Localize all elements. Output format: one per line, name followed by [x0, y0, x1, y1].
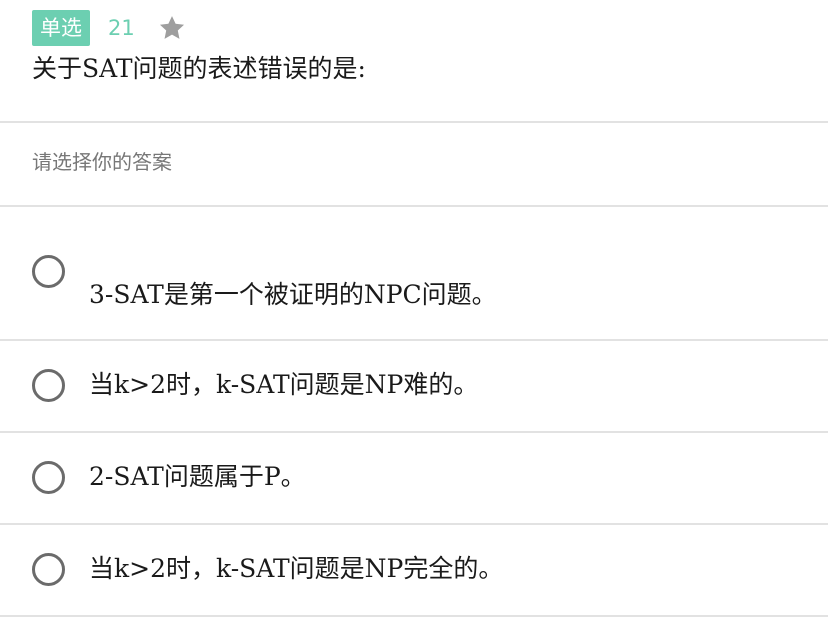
option-c[interactable]: 2-SAT问题属于P。	[0, 433, 828, 523]
option-a[interactable]: 3-SAT是第一个被证明的NPC问题。	[0, 207, 828, 339]
radio-button[interactable]	[32, 255, 65, 288]
radio-button[interactable]	[32, 369, 65, 402]
question-type-badge: 单选	[32, 10, 90, 46]
question-meta: 单选 21	[32, 10, 187, 46]
question-text: 关于SAT问题的表述错误的是:	[32, 54, 366, 83]
option-label: 当k>2时，k-SAT问题是NP难的。	[89, 370, 479, 399]
divider	[0, 615, 828, 617]
question-header: 单选 21 关于SAT问题的表述错误的是:	[0, 0, 828, 122]
option-label: 2-SAT问题属于P。	[89, 462, 306, 491]
option-label: 3-SAT是第一个被证明的NPC问题。	[89, 280, 497, 309]
option-b[interactable]: 当k>2时，k-SAT问题是NP难的。	[0, 341, 828, 431]
radio-button[interactable]	[32, 461, 65, 494]
radio-button[interactable]	[32, 553, 65, 586]
answer-prompt: 请选择你的答案	[32, 150, 172, 174]
star-icon[interactable]	[157, 13, 187, 43]
question-number: 21	[108, 16, 135, 40]
option-label: 当k>2时，k-SAT问题是NP完全的。	[89, 554, 504, 583]
option-d[interactable]: 当k>2时，k-SAT问题是NP完全的。	[0, 525, 828, 615]
divider	[0, 121, 828, 123]
